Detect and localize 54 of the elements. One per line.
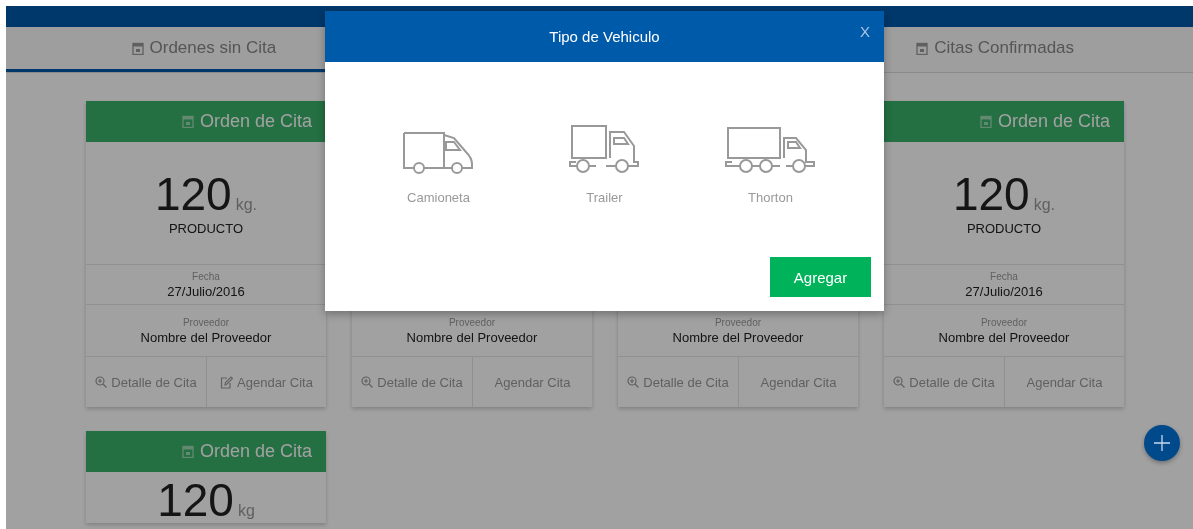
edit-icon bbox=[220, 375, 234, 389]
add-button[interactable] bbox=[1144, 425, 1180, 461]
calendar-icon bbox=[979, 115, 992, 128]
date-value: 27/Julio/2016 bbox=[167, 283, 245, 299]
vehicle-label: Thorton bbox=[748, 190, 793, 205]
date-label: Fecha bbox=[192, 270, 220, 282]
weight-amount: 120 bbox=[952, 170, 1030, 217]
card-title: Orden de Cita bbox=[199, 441, 312, 462]
detail-button[interactable]: Detalle de Cita bbox=[618, 357, 738, 407]
supplier-label: Proveedor bbox=[448, 316, 496, 328]
supplier-name: Nombre del Proveedor bbox=[406, 329, 538, 345]
schedule-button[interactable]: Agendar Cita bbox=[472, 357, 592, 407]
weight-unit: kg bbox=[237, 502, 255, 520]
product-name: PRODUCTO bbox=[168, 220, 244, 236]
weight-amount: 120 bbox=[154, 170, 232, 217]
close-button[interactable]: X bbox=[856, 21, 874, 42]
calendar-icon bbox=[181, 115, 194, 128]
calendar-icon bbox=[181, 445, 194, 458]
vehicle-label: Trailer bbox=[586, 190, 623, 205]
truck-icon bbox=[567, 124, 642, 174]
date-label: Fecha bbox=[990, 270, 1018, 282]
supplier-name: Nombre del Proveedor bbox=[672, 329, 804, 345]
schedule-button[interactable]: Agendar Cita bbox=[206, 357, 326, 407]
zoom-in-icon bbox=[627, 376, 640, 388]
card-title: Orden de Cita bbox=[199, 111, 312, 132]
weight-unit: kg. bbox=[235, 195, 258, 214]
zoom-in-icon bbox=[361, 376, 374, 388]
truck-icon bbox=[723, 124, 818, 174]
schedule-button[interactable]: Agendar Cita bbox=[738, 357, 858, 407]
weight-unit: kg. bbox=[1033, 195, 1056, 214]
card-title: Orden de Cita bbox=[997, 111, 1110, 132]
vehicle-option[interactable]: Thorton bbox=[715, 124, 826, 242]
supplier-label: Proveedor bbox=[714, 316, 762, 328]
detail-button[interactable]: Detalle de Cita bbox=[884, 357, 1004, 407]
vehicle-option[interactable]: Trailer bbox=[549, 124, 660, 242]
date-value: 27/Julio/2016 bbox=[965, 283, 1043, 299]
detail-button[interactable]: Detalle de Cita bbox=[86, 357, 206, 407]
detail-button[interactable]: Detalle de Cita bbox=[352, 357, 472, 407]
schedule-button[interactable]: Agendar Cita bbox=[1004, 357, 1124, 407]
vehicle-option[interactable]: Camioneta bbox=[383, 124, 494, 242]
plus-icon bbox=[1154, 435, 1170, 451]
weight-amount: 120 bbox=[157, 477, 234, 523]
dialog-title: Tipo de Vehiculo bbox=[549, 28, 660, 45]
zoom-in-icon bbox=[893, 376, 906, 388]
calendar-icon bbox=[131, 41, 144, 55]
vehicle-label: Camioneta bbox=[407, 190, 470, 205]
supplier-name: Nombre del Proveedor bbox=[938, 329, 1070, 345]
supplier-label: Proveedor bbox=[980, 316, 1028, 328]
calendar-icon bbox=[916, 41, 929, 55]
supplier-name: Nombre del Proveedor bbox=[140, 329, 272, 345]
zoom-in-icon bbox=[95, 376, 108, 388]
product-name: PRODUCTO bbox=[966, 220, 1042, 236]
add-button[interactable]: Agregar bbox=[770, 257, 871, 297]
supplier-label: Proveedor bbox=[182, 316, 230, 328]
